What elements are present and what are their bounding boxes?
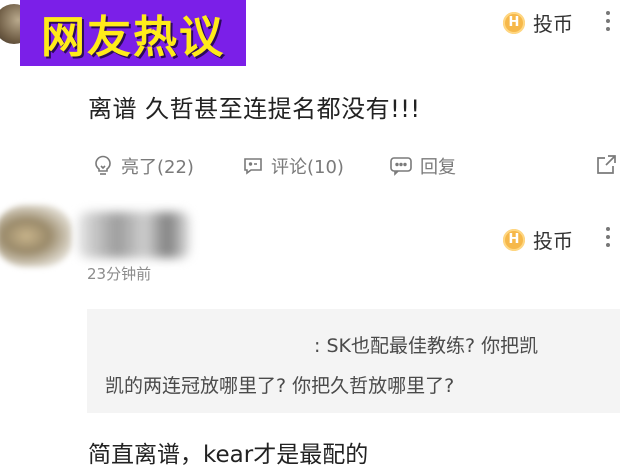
username-blurred xyxy=(78,212,190,258)
comment-actions: 亮了(22) 评论(10) 回复 xyxy=(91,153,456,179)
coin-button[interactable]: H 投币 xyxy=(503,225,573,254)
quote-line: 凯的两连冠放哪里了? 你把久哲放哪里了? xyxy=(105,375,455,397)
comment-timestamp: 23分钟前 xyxy=(87,265,152,283)
like-label: 亮了(22) xyxy=(121,157,194,178)
reply-bubble-icon xyxy=(390,157,412,176)
like-button[interactable]: 亮了(22) xyxy=(91,153,241,179)
coin-button[interactable]: H 投币 xyxy=(503,8,573,37)
coin-icon: H xyxy=(503,228,525,251)
more-vertical-icon[interactable] xyxy=(605,227,611,247)
share-icon xyxy=(597,155,616,174)
comment-label: 评论(10) xyxy=(271,157,344,178)
comment-button[interactable]: 评论(10) xyxy=(241,153,388,179)
banner-title: 网友热议 xyxy=(41,12,225,63)
reply-button[interactable]: 回复 xyxy=(388,153,456,179)
comment-bubble-icon xyxy=(244,158,262,175)
coin-label: 投币 xyxy=(533,229,573,253)
comment-text: 简直离谱，kear才是最配的 xyxy=(88,442,369,468)
avatar[interactable] xyxy=(0,205,72,267)
quoted-comment[interactable]: : SK也配最佳教练? 你把凯 凯的两连冠放哪里了? 你把久哲放哪里了? xyxy=(87,309,620,413)
share-button[interactable] xyxy=(593,152,619,182)
hot-discussion-banner: 网友热议 xyxy=(20,0,246,66)
comment-text: 离谱 久哲甚至连提名都没有!!! xyxy=(88,95,421,123)
reply-label: 回复 xyxy=(420,157,456,178)
lightbulb-icon xyxy=(95,155,111,175)
quote-line: : SK也配最佳教练? 你把凯 xyxy=(314,335,539,357)
more-vertical-icon[interactable] xyxy=(605,11,611,31)
coin-label: 投币 xyxy=(533,12,573,36)
coin-icon: H xyxy=(503,11,525,34)
